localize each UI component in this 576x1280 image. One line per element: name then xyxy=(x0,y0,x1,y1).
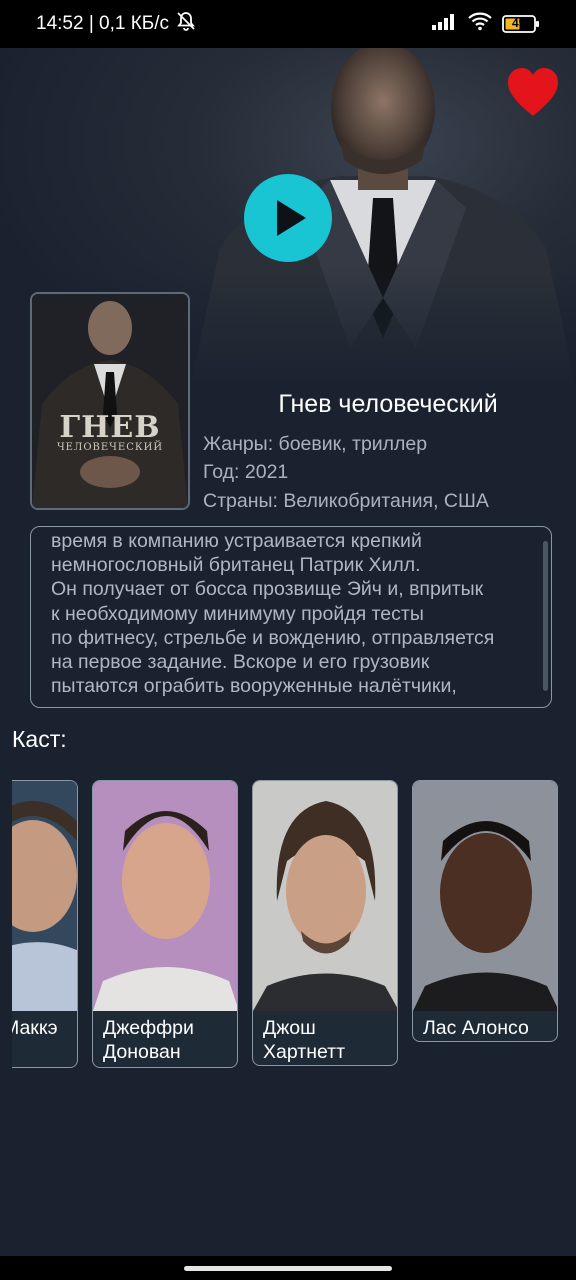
status-left: 14:52 | 0,1 КБ/с xyxy=(36,10,197,38)
movie-description: время в компанию устраивается крепкий не… xyxy=(51,530,495,698)
cast-card[interactable]: Маккэ xyxy=(12,780,78,1068)
description-box[interactable]: время в компанию устраивается крепкий не… xyxy=(30,526,552,708)
system-nav-bar xyxy=(0,1256,576,1280)
status-right: 49 xyxy=(432,11,540,37)
heart-icon xyxy=(508,68,558,116)
cast-heading: Каст: xyxy=(12,726,67,752)
cast-card[interactable]: Джеффри Донован xyxy=(92,780,238,1068)
description-scrollbar[interactable] xyxy=(543,541,548,691)
movie-genres: Жанры: боевик, триллер xyxy=(203,433,428,455)
cast-photo xyxy=(93,781,237,1011)
play-icon xyxy=(277,200,306,236)
movie-countries: Страны: Великобритания, США xyxy=(203,490,489,512)
mute-icon xyxy=(175,10,197,38)
status-bar: 14:52 | 0,1 КБ/с 49 xyxy=(0,0,576,48)
movie-year: Год: 2021 xyxy=(203,461,289,483)
favorite-button[interactable] xyxy=(506,66,560,118)
cast-name: Джеффри Донован xyxy=(103,1017,194,1063)
status-time-speed: 14:52 | 0,1 КБ/с xyxy=(36,13,170,34)
poster-title: ГНЕВ xyxy=(59,410,161,445)
cast-name: Лас Алонсо xyxy=(423,1017,529,1039)
cast-photo xyxy=(413,781,557,1011)
home-gesture-handle[interactable] xyxy=(184,1266,392,1271)
cast-photo xyxy=(12,781,77,1011)
cast-name: Джош Хартнетт xyxy=(263,1017,346,1063)
cast-carousel[interactable]: Маккэ Джеффри Донован Джош Хартнетт Лас … xyxy=(12,780,576,1070)
battery-level: 49 xyxy=(512,16,526,30)
poster-image xyxy=(32,294,188,508)
battery-icon: 49 xyxy=(502,15,540,33)
poster-subtitle: ЧЕЛОВЕЧЕСКИЙ xyxy=(56,442,164,453)
play-trailer-button[interactable] xyxy=(244,174,332,262)
movie-title: Гнев человеческий xyxy=(278,390,498,418)
cast-card[interactable]: Лас Алонсо xyxy=(412,780,558,1042)
cast-name: Маккэ xyxy=(12,1017,58,1039)
movie-poster: ГНЕВ ЧЕЛОВЕЧЕСКИЙ xyxy=(30,292,190,510)
signal-icon xyxy=(432,12,458,36)
wifi-icon xyxy=(468,11,492,37)
cast-photo xyxy=(253,781,397,1011)
cast-card[interactable]: Джош Хартнетт xyxy=(252,780,398,1066)
